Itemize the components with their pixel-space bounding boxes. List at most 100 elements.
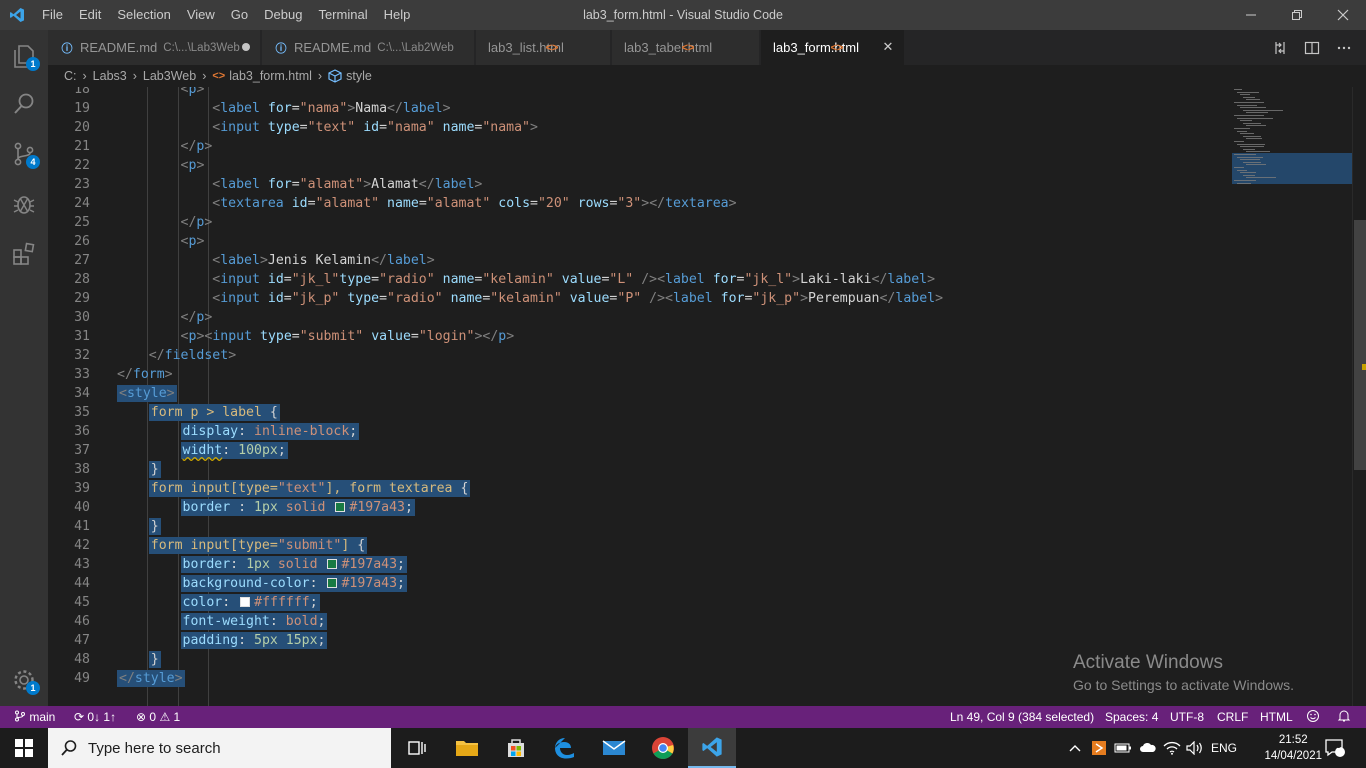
branch-indicator[interactable]: main — [14, 706, 55, 728]
split-editor-button[interactable] — [1296, 30, 1328, 65]
feedback-button[interactable] — [1306, 706, 1320, 728]
store-app[interactable] — [492, 728, 540, 768]
menu-file[interactable]: File — [34, 0, 71, 30]
code-line[interactable]: 21 </p> — [48, 137, 1232, 156]
debug-button[interactable] — [0, 180, 48, 228]
code-line[interactable]: 47 padding: 5px 15px; — [48, 631, 1232, 650]
indentation[interactable]: Spaces: 4 — [1105, 706, 1158, 728]
code-line[interactable]: 33 </form> — [48, 365, 1232, 384]
code-line[interactable]: 26 <p> — [48, 232, 1232, 251]
code-line[interactable]: 36 display: inline-block; — [48, 422, 1232, 441]
chrome-app[interactable] — [639, 728, 687, 768]
language-mode[interactable]: HTML — [1260, 706, 1293, 728]
code-editor[interactable]: 18 <p> 19 <label for="nama">Nama</label> 2… — [48, 87, 1232, 706]
show-hidden-icons-button[interactable] — [1066, 728, 1084, 768]
tab-lab3-tabel[interactable]: <> lab3_tabel.html — [612, 30, 760, 65]
more-actions-button[interactable] — [1328, 30, 1360, 65]
minimize-button[interactable] — [1228, 0, 1274, 30]
line-number: 40 — [74, 500, 90, 515]
tab-readme-lab3[interactable]: ⓘ README.md C:\...\Lab3Web — [48, 30, 261, 65]
minimap[interactable] — [1232, 87, 1352, 706]
volume-tray[interactable] — [1184, 728, 1206, 768]
code-line[interactable]: 48 } — [48, 650, 1232, 669]
code-line[interactable]: 32 </fieldset> — [48, 346, 1232, 365]
breadcrumb-drive[interactable]: C: — [64, 69, 77, 83]
cursor-position[interactable]: Ln 49, Col 9 (384 selected) — [950, 706, 1094, 728]
code-line[interactable]: 49 </style> — [48, 669, 1232, 688]
code-line[interactable]: 41 } — [48, 517, 1232, 536]
code-line[interactable]: 27 <label>Jenis Kelamin</label> — [48, 251, 1232, 270]
color-swatch[interactable] — [335, 502, 346, 512]
code-line[interactable]: 39 form input[type="text"], form textare… — [48, 479, 1232, 498]
code-line[interactable]: 38 } — [48, 460, 1232, 479]
search-view-button[interactable] — [0, 80, 48, 128]
code-line[interactable]: 37 widht: 100px; — [48, 441, 1232, 460]
scrollbar-thumb[interactable] — [1354, 220, 1366, 470]
menu-help[interactable]: Help — [376, 0, 419, 30]
code-line[interactable]: 23 <label for="alamat">Alamat</label> — [48, 175, 1232, 194]
vertical-scrollbar[interactable] — [1352, 87, 1366, 706]
sync-indicator[interactable]: ⟳ 0↓ 1↑ — [74, 706, 116, 728]
code-line[interactable]: 42 form input[type="submit"] { — [48, 536, 1232, 555]
color-swatch[interactable] — [327, 559, 338, 569]
problems-indicator[interactable]: ⊗ 0 ⚠ 1 — [136, 706, 180, 728]
color-swatch[interactable] — [327, 578, 338, 588]
tab-lab3-list[interactable]: <> lab3_list.html — [476, 30, 611, 65]
code-line[interactable]: 28 <input id="jk_l"type="radio" name="ke… — [48, 270, 1232, 289]
close-tab-icon[interactable]: ✕ — [880, 39, 896, 55]
file-explorer-app[interactable] — [443, 728, 491, 768]
action-center-button[interactable]: 9 — [1318, 728, 1352, 768]
clock[interactable]: 21:52 14/04/2021 — [1264, 728, 1322, 768]
code-line[interactable]: 29 <input id="jk_p" type="radio" name="k… — [48, 289, 1232, 308]
code-line[interactable]: 30 </p> — [48, 308, 1232, 327]
menu-view[interactable]: View — [179, 0, 223, 30]
tab-lab3-form[interactable]: <> lab3_form.html ✕ — [761, 30, 905, 65]
start-button[interactable] — [0, 728, 48, 768]
color-swatch[interactable] — [240, 597, 251, 607]
manage-button[interactable]: 1 — [0, 656, 48, 704]
edge-app[interactable] — [541, 728, 589, 768]
code-line[interactable]: 20 <input type="text" id="nama" name="na… — [48, 118, 1232, 137]
vscode-app[interactable] — [688, 728, 736, 768]
menu-selection[interactable]: Selection — [109, 0, 178, 30]
extensions-button[interactable] — [0, 230, 48, 278]
code-line[interactable]: 22 <p> — [48, 156, 1232, 175]
menu-go[interactable]: Go — [223, 0, 256, 30]
code-line[interactable]: 34 <style> — [48, 384, 1232, 403]
tab-readme-lab2[interactable]: ⓘ README.md C:\...\Lab2Web — [262, 30, 475, 65]
code-line[interactable]: 43 border: 1px solid #197a43; — [48, 555, 1232, 574]
close-window-button[interactable] — [1320, 0, 1366, 30]
battery-tray[interactable] — [1112, 728, 1134, 768]
encoding[interactable]: UTF-8 — [1170, 706, 1204, 728]
code-line[interactable]: 25 </p> — [48, 213, 1232, 232]
taskbar-search[interactable]: Type here to search — [48, 728, 391, 768]
code-line[interactable]: 31 <p><input type="submit" value="login"… — [48, 327, 1232, 346]
code-line[interactable]: 35 form p > label { — [48, 403, 1232, 422]
end-of-line[interactable]: CRLF — [1217, 706, 1248, 728]
task-view-button[interactable] — [395, 728, 439, 768]
code-line[interactable]: 40 border : 1px solid #197a43; — [48, 498, 1232, 517]
wifi-tray[interactable] — [1161, 728, 1183, 768]
code-line[interactable]: 45 color: #ffffff; — [48, 593, 1232, 612]
onedrive-tray[interactable] — [1137, 728, 1159, 768]
explorer-button[interactable]: 1 — [0, 32, 48, 80]
restore-button[interactable] — [1274, 0, 1320, 30]
input-language[interactable]: ENG — [1208, 728, 1240, 768]
code-line[interactable]: 46 font-weight: bold; — [48, 612, 1232, 631]
code-line[interactable]: 19 <label for="nama">Nama</label> — [48, 99, 1232, 118]
source-control-button[interactable]: 4 — [0, 130, 48, 178]
mail-app[interactable] — [590, 728, 638, 768]
code-line[interactable]: 18 <p> — [48, 87, 1232, 99]
menu-edit[interactable]: Edit — [71, 0, 109, 30]
code-line[interactable]: 44 background-color: #197a43; — [48, 574, 1232, 593]
breadcrumb-lab3web[interactable]: Lab3Web — [143, 69, 196, 83]
breadcrumb-file[interactable]: lab3_form.html — [229, 69, 312, 83]
compare-changes-button[interactable] — [1264, 30, 1296, 65]
breadcrumb-labs3[interactable]: Labs3 — [93, 69, 127, 83]
tray-app-orange[interactable] — [1089, 728, 1109, 768]
menu-debug[interactable]: Debug — [256, 0, 310, 30]
menu-terminal[interactable]: Terminal — [310, 0, 375, 30]
notifications-button[interactable] — [1337, 706, 1351, 728]
breadcrumb-symbol[interactable]: style — [346, 69, 372, 83]
code-line[interactable]: 24 <textarea id="alamat" name="alamat" c… — [48, 194, 1232, 213]
